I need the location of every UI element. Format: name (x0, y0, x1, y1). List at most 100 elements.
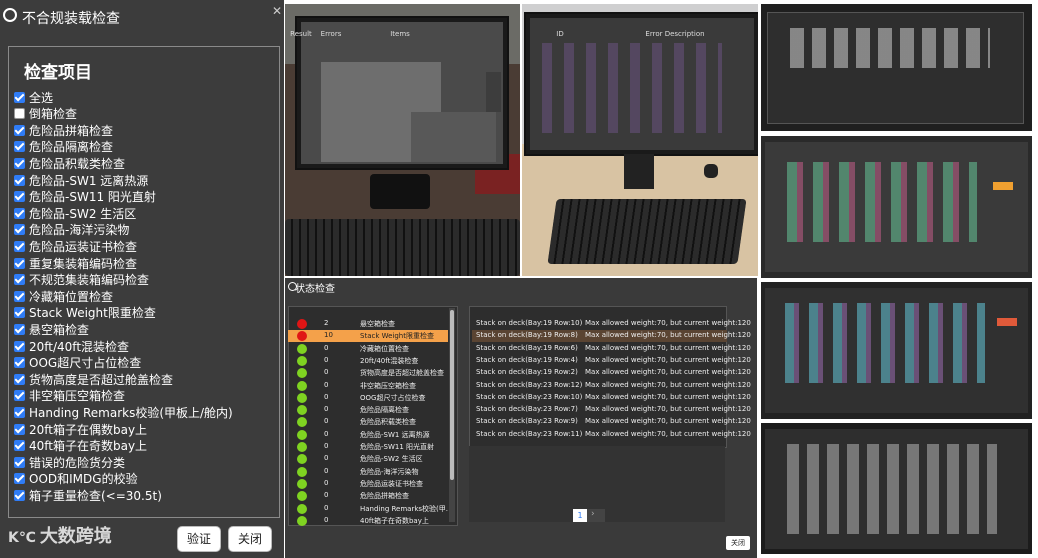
results-scrollbar[interactable] (449, 308, 455, 522)
next-page-button[interactable]: › (591, 509, 595, 519)
check-item[interactable]: OOG超尺寸占位检查 (14, 355, 141, 371)
check-item[interactable]: 危险品-SW11 阳光直射 (14, 189, 156, 205)
result-row[interactable]: 0 20ft/40ft混装检查 (288, 355, 448, 367)
checkbox[interactable] (14, 440, 25, 452)
checkbox[interactable] (14, 390, 25, 402)
detail-row[interactable]: Stack on deck(Bay:23 Row:10) Max allowed … (472, 392, 751, 404)
result-status-dot (297, 405, 307, 416)
detail-row[interactable]: Stack on deck(Bay:19 Row:8) Max allowed w… (472, 330, 751, 343)
result-row[interactable]: 0 危险品隔离检查 (288, 404, 448, 416)
check-item[interactable]: 重复集装箱编码检查 (14, 255, 137, 271)
checkbox[interactable] (14, 141, 25, 153)
check-item[interactable]: 20ft/40ft混装检查 (14, 338, 129, 354)
detail-row[interactable]: Stack on deck(Bay:19 Row:4) Max allowed w… (472, 355, 751, 367)
check-item[interactable]: 危险品拼箱检查 (14, 122, 113, 138)
result-row[interactable]: 0 危险品-SW1 远离热源 (288, 429, 448, 441)
result-status-dot (297, 491, 307, 502)
checkbox[interactable] (14, 207, 25, 219)
checkbox[interactable] (14, 323, 25, 335)
check-item-label: 箱子重量检查(<=30.5t) (29, 488, 162, 503)
result-row[interactable]: 0 货物高度是否超过舱盖检查 (288, 367, 448, 379)
checkbox[interactable] (14, 423, 25, 435)
checkbox[interactable] (14, 157, 25, 169)
check-item-label: 危险品-海洋污染物 (29, 223, 130, 238)
checkbox[interactable] (14, 456, 25, 468)
checkbox[interactable] (14, 274, 25, 286)
checkbox[interactable] (14, 124, 25, 136)
error-count: 0 (324, 392, 329, 401)
check-item[interactable]: 危险品隔离检查 (14, 139, 113, 155)
status-close-button[interactable]: 关闭 (726, 536, 750, 550)
checkbox[interactable] (14, 91, 25, 103)
result-row[interactable]: 0 危险品拼箱检查 (288, 490, 448, 502)
check-item[interactable]: 不规范集装箱编码检查 (14, 272, 149, 288)
detail-row[interactable]: Stack on deck(Bay:23 Row:9) Max allowed w… (472, 416, 751, 428)
checkbox[interactable] (14, 224, 25, 236)
result-status-dot (297, 355, 307, 366)
check-item[interactable]: 危险品-SW1 远离热源 (14, 172, 148, 188)
check-item-label: OOD和IMDG的校验 (29, 472, 138, 487)
check-item[interactable]: 危险品-SW2 生活区 (14, 205, 136, 221)
result-row[interactable]: 0 危险品-海洋污染物 (288, 466, 448, 478)
checkbox[interactable] (14, 406, 25, 418)
checkbox[interactable] (14, 290, 25, 302)
checkbox[interactable] (14, 489, 25, 501)
detail-row[interactable]: Stack on deck(Bay:23 Row:11) Max allowed … (472, 429, 751, 441)
result-row[interactable]: 0 危险品积载类检查 (288, 416, 448, 428)
checkbox[interactable] (14, 473, 25, 485)
result-status-dot (297, 368, 307, 379)
check-item[interactable]: Stack Weight限重检查 (14, 305, 156, 321)
checkbox[interactable] (14, 373, 25, 385)
detail-row[interactable]: Stack on deck(Bay:19 Row:10) Max allowed … (472, 318, 751, 330)
error-count: 0 (324, 405, 329, 414)
detail-row[interactable]: Stack on deck(Bay:23 Row:7) Max allowed w… (472, 404, 751, 416)
check-item[interactable]: 冷藏箱位置检查 (14, 288, 113, 304)
check-item-label: 重复集装箱编码检查 (29, 256, 138, 271)
verify-button[interactable]: 验证 (177, 526, 221, 552)
result-row[interactable]: 10 Stack Weight限重检查 (288, 330, 448, 343)
check-item[interactable]: 危险品-海洋污染物 (14, 222, 129, 238)
page-number[interactable]: 1 (573, 509, 587, 522)
check-item-label: Stack Weight限重检查 (29, 306, 156, 321)
check-item-label: 危险品隔离检查 (29, 140, 114, 155)
result-row[interactable]: 0 OOG超尺寸占位检查 (288, 392, 448, 404)
check-item[interactable]: Handing Remarks校验(甲板上/舱内) (14, 404, 233, 420)
checkbox[interactable] (14, 191, 25, 203)
check-item[interactable]: 悬空箱检查 (14, 321, 89, 337)
detail-row[interactable]: Stack on deck(Bay:19 Row:2) Max allowed w… (472, 367, 751, 379)
check-item[interactable]: 非空箱压空箱检查 (14, 388, 125, 404)
result-row[interactable]: 2 悬空箱检查 (288, 318, 448, 330)
check-item[interactable]: 错误的危险货分类 (14, 454, 125, 470)
check-item[interactable]: 箱子重量检查(<=30.5t) (14, 487, 162, 503)
result-row[interactable]: 0 危险品运装证书检查 (288, 478, 448, 490)
check-item[interactable]: 危险品运装证书检查 (14, 238, 137, 254)
check-item[interactable]: 20ft箱子在偶数bay上 (14, 421, 147, 437)
scrollbar-thumb[interactable] (450, 310, 454, 480)
check-item[interactable]: 40ft箱子在奇数bay上 (14, 438, 147, 454)
detail-row[interactable]: Stack on deck(Bay:23 Row:12) Max allowed … (472, 380, 751, 392)
checkbox[interactable] (14, 108, 25, 120)
compliance-check-dialog: 不合规装载检查 ✕ 检查项目 全选 倒箱检查 危险品拼箱检查 危险品隔离检查 危险品积载… (0, 0, 284, 558)
result-row[interactable]: 0 危险品-SW11 阳光直射 (288, 441, 448, 453)
checkbox[interactable] (14, 340, 25, 352)
keyboard (285, 219, 520, 276)
close-button[interactable]: 关闭 (228, 526, 272, 552)
checkbox[interactable] (14, 174, 25, 186)
result-row[interactable]: 0 Handing Remarks校验(甲... (288, 503, 448, 515)
checkbox[interactable] (14, 307, 25, 319)
checkbox[interactable] (14, 240, 25, 252)
check-item[interactable]: OOD和IMDG的校验 (14, 471, 138, 487)
detail-row[interactable]: Stack on deck(Bay:19 Row:6) Max allowed w… (472, 343, 751, 355)
result-row[interactable]: 0 非空箱压空箱检查 (288, 380, 448, 392)
photo-bay-plan-4 (761, 423, 1032, 554)
result-row[interactable]: 0 40ft箱子在奇数bay上 (288, 515, 448, 527)
check-item[interactable]: 倒箱检查 (14, 106, 77, 122)
check-item[interactable]: 货物高度是否超过舱盖检查 (14, 371, 173, 387)
close-icon[interactable]: ✕ (272, 4, 282, 18)
check-item[interactable]: 危险品积载类检查 (14, 155, 125, 171)
checkbox[interactable] (14, 357, 25, 369)
result-row[interactable]: 0 冷藏箱位置检查 (288, 343, 448, 355)
checkbox[interactable] (14, 257, 25, 269)
check-item[interactable]: 全选 (14, 89, 53, 105)
result-row[interactable]: 0 危险品-SW2 生活区 (288, 453, 448, 465)
